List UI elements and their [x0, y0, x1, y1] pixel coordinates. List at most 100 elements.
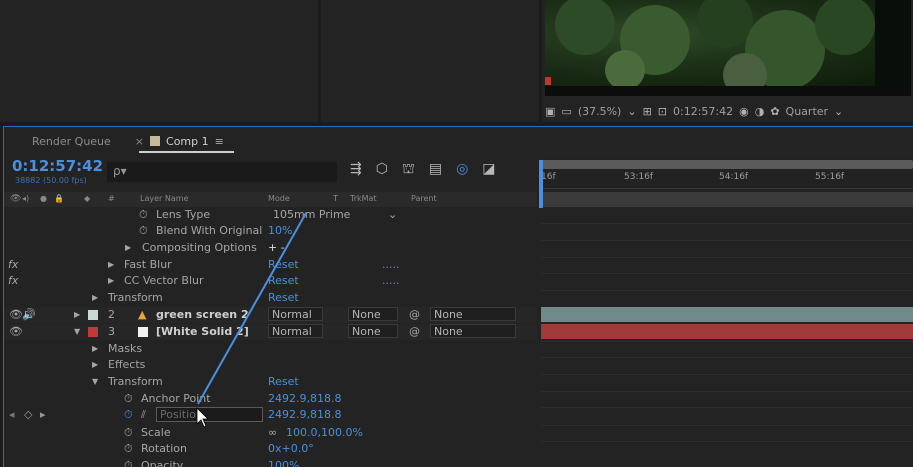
- layer-name[interactable]: green screen 2: [156, 308, 249, 321]
- expand-arrow-icon[interactable]: ▶: [92, 360, 98, 369]
- layer-name-column[interactable]: Layer Name: [140, 194, 188, 203]
- visibility-eye-icon[interactable]: 👁: [9, 325, 23, 338]
- effect-dots[interactable]: .....: [382, 274, 399, 287]
- pickwhip-icon[interactable]: @: [409, 308, 420, 321]
- next-keyframe-icon[interactable]: ▸: [40, 408, 46, 421]
- active-tab-underline: [139, 151, 234, 153]
- search-input[interactable]: [107, 162, 337, 182]
- lock-column-icon[interactable]: 🔒: [54, 194, 64, 203]
- expand-arrow-icon[interactable]: ▶: [108, 260, 114, 269]
- property-value[interactable]: 10%: [268, 224, 292, 237]
- reset-button[interactable]: Reset: [268, 274, 299, 287]
- audio-speaker-icon[interactable]: 🔊: [22, 308, 36, 321]
- viewer-timecode[interactable]: 0:12:57:42: [673, 105, 733, 118]
- layer-2-duration-bar[interactable]: [541, 307, 913, 322]
- parent-column[interactable]: Parent: [411, 194, 437, 203]
- trkmat-dropdown[interactable]: None: [348, 324, 398, 338]
- timeline-header-band: [541, 192, 913, 207]
- motion-blur-icon[interactable]: ◎: [456, 161, 468, 179]
- property-row-scale: ⏱ Scale ∞ 100.0,100.0%: [4, 425, 537, 441]
- snapshot-toggle-icon[interactable]: ▣: [545, 105, 555, 118]
- stopwatch-icon[interactable]: ⏱: [139, 208, 148, 222]
- expand-arrow-icon[interactable]: ▶: [92, 293, 98, 302]
- draft-3d-icon[interactable]: ⬡: [376, 161, 388, 179]
- tab-render-queue[interactable]: Render Queue: [4, 128, 123, 154]
- zoom-dropdown[interactable]: (37.5%): [578, 105, 622, 118]
- property-value[interactable]: 0x+0.0°: [268, 442, 314, 455]
- add-remove-mask-buttons[interactable]: + -: [268, 241, 285, 254]
- stopwatch-icon[interactable]: ⏱: [124, 426, 133, 440]
- t-column[interactable]: T: [333, 194, 338, 203]
- trkmat-dropdown[interactable]: None: [348, 307, 398, 321]
- resolution-dropdown[interactable]: Quarter: [786, 105, 829, 118]
- reset-button[interactable]: Reset: [268, 291, 299, 304]
- stopwatch-icon[interactable]: ⏱: [124, 442, 133, 456]
- close-icon[interactable]: ×: [135, 135, 144, 148]
- lens-type-dropdown[interactable]: 105mm Prime: [273, 208, 350, 221]
- layer-row-2[interactable]: 👁 🔊 ▶ 2 ▲ green screen 2 Normal None @ N…: [4, 307, 537, 323]
- prev-keyframe-icon[interactable]: ◂: [9, 408, 15, 421]
- expand-arrow-icon[interactable]: ▶: [74, 310, 80, 319]
- region-icon[interactable]: ⊞: [643, 105, 652, 118]
- chevron-down-icon[interactable]: ⌄: [388, 208, 397, 221]
- fx-icon[interactable]: fx: [8, 258, 18, 271]
- work-area-bar[interactable]: [541, 160, 913, 169]
- constrain-proportions-icon[interactable]: ∞: [268, 426, 277, 439]
- stopwatch-icon[interactable]: ⏱: [124, 392, 133, 406]
- camera-icon[interactable]: ◉: [739, 105, 749, 118]
- current-time-indicator[interactable]: [539, 160, 543, 208]
- shy-layers-icon[interactable]: ⛫: [402, 161, 415, 179]
- stopwatch-icon[interactable]: ⏱: [139, 224, 148, 238]
- eye-column-icon[interactable]: 👁: [10, 194, 21, 204]
- stopwatch-icon[interactable]: ⏱: [124, 459, 133, 467]
- reset-button[interactable]: Reset: [268, 258, 299, 271]
- show-snapshot-icon[interactable]: ◑: [755, 105, 765, 118]
- effect-dots[interactable]: .....: [382, 258, 399, 271]
- audio-column-icon[interactable]: ◂): [22, 194, 29, 203]
- chevron-down-icon[interactable]: ⌄: [834, 105, 843, 118]
- frame-blending-icon[interactable]: ▤: [429, 161, 442, 179]
- visibility-eye-icon[interactable]: 👁: [9, 308, 23, 321]
- mode-column[interactable]: Mode: [268, 194, 290, 203]
- color-channels-icon[interactable]: ✿: [770, 105, 779, 118]
- layer-row-3[interactable]: 👁 ▼ 3 [White Solid 2] Normal None @ None: [4, 324, 537, 340]
- monitor-icon[interactable]: ▭: [561, 105, 571, 118]
- reset-button[interactable]: Reset: [268, 375, 299, 388]
- stopwatch-active-icon[interactable]: ⏱: [124, 408, 133, 422]
- current-time-display[interactable]: 0:12:57:42: [12, 157, 103, 175]
- expand-arrow-icon[interactable]: ▶: [92, 344, 98, 353]
- fx-icon[interactable]: fx: [8, 274, 18, 287]
- graph-icon[interactable]: ⫽: [141, 408, 146, 422]
- label-column-icon[interactable]: ◆: [84, 194, 90, 203]
- expand-arrow-icon[interactable]: ▶: [108, 276, 114, 285]
- trkmat-column[interactable]: TrkMat: [350, 194, 377, 203]
- column-header: 👁 ◂) ● 🔒 ◆ # Layer Name Mode T TrkMat Pa…: [4, 192, 537, 207]
- label-color-swatch[interactable]: [88, 327, 98, 337]
- expand-arrow-icon[interactable]: ▶: [125, 243, 131, 252]
- chevron-down-icon[interactable]: ⌄: [627, 105, 636, 118]
- pickwhip-icon[interactable]: @: [409, 325, 420, 338]
- layer-number: 2: [108, 308, 115, 321]
- solo-column-icon[interactable]: ●: [40, 194, 47, 203]
- property-label: Anchor Point: [141, 392, 211, 405]
- property-value[interactable]: 2492.9,818.8: [268, 392, 341, 405]
- collapse-arrow-icon[interactable]: ▼: [92, 377, 98, 386]
- comp-flowchart-icon[interactable]: ⇶: [350, 161, 362, 179]
- layer-name[interactable]: [White Solid 2]: [156, 325, 249, 338]
- graph-editor-icon[interactable]: ◪: [482, 161, 495, 179]
- mode-dropdown[interactable]: Normal: [268, 307, 323, 321]
- collapse-arrow-icon[interactable]: ▼: [74, 327, 80, 336]
- layer-3-duration-bar[interactable]: [541, 324, 913, 339]
- property-value[interactable]: 100.0,100.0%: [286, 426, 363, 439]
- composition-viewer-image[interactable]: [545, 0, 911, 86]
- parent-dropdown[interactable]: None: [430, 324, 516, 338]
- property-value[interactable]: 2492.9,818.8: [268, 408, 341, 421]
- panel-menu-icon[interactable]: ≡: [215, 135, 224, 148]
- property-value[interactable]: 100%: [268, 459, 299, 467]
- label-color-swatch[interactable]: [88, 310, 98, 320]
- mode-dropdown[interactable]: Normal: [268, 324, 323, 338]
- position-rename-field[interactable]: Position: [156, 407, 263, 422]
- add-keyframe-icon[interactable]: ◇: [24, 408, 32, 421]
- transparency-grid-icon[interactable]: ⊡: [658, 105, 667, 118]
- parent-dropdown[interactable]: None: [430, 307, 516, 321]
